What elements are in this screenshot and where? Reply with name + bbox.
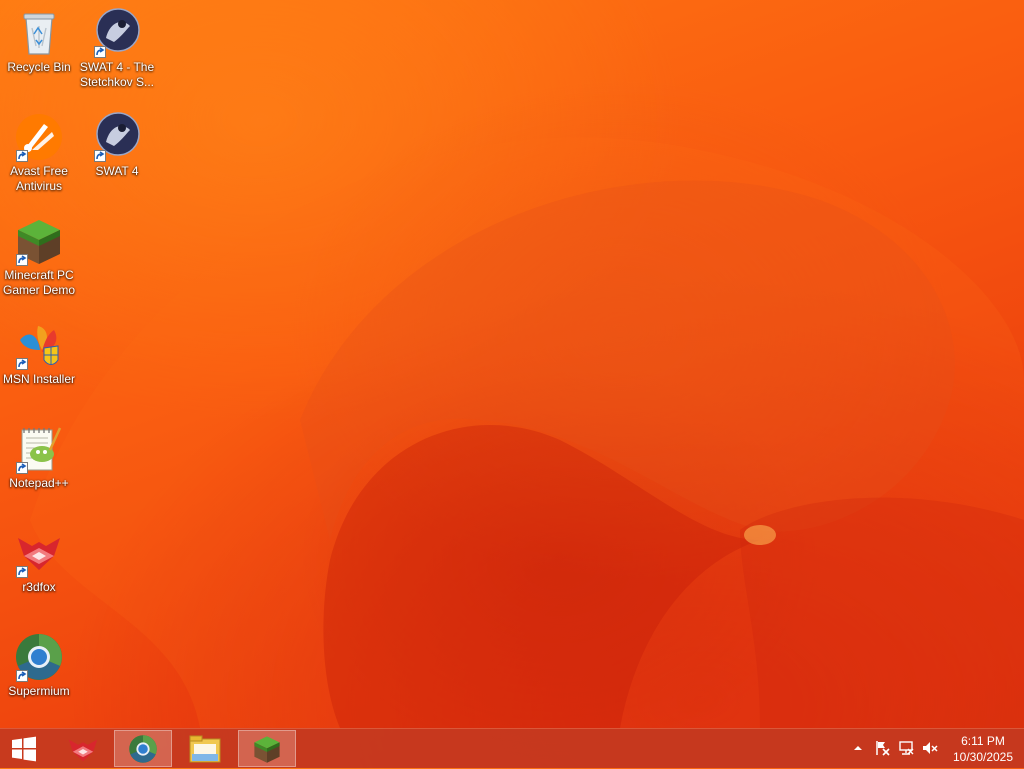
desktop-icon-label: r3dfox xyxy=(22,580,56,594)
taskbar-button-r3dfox[interactable] xyxy=(54,730,112,767)
desktop-icon-label: Notepad++ xyxy=(9,476,69,490)
desktop-icon-r3dfox[interactable]: r3dfox xyxy=(0,522,78,595)
desktop-icon-swat4[interactable]: SWAT 4 xyxy=(78,106,156,179)
recycle-bin-icon xyxy=(14,8,64,58)
file-explorer-icon xyxy=(189,735,221,762)
windows-logo-icon xyxy=(12,736,36,762)
action-center-flag-icon[interactable] xyxy=(873,739,891,757)
supermium-icon xyxy=(14,632,64,682)
volume-muted-icon[interactable] xyxy=(921,739,939,757)
shortcut-arrow-icon xyxy=(16,150,28,162)
desktop-icon-label: MSN Installer xyxy=(2,372,76,386)
system-tray: 6:11 PM 10/30/2025 xyxy=(845,729,1024,769)
desktop-icon-label: Recycle Bin xyxy=(7,60,71,74)
taskbar: 6:11 PM 10/30/2025 xyxy=(0,728,1024,768)
shortcut-arrow-icon xyxy=(16,254,28,266)
shortcut-arrow-icon xyxy=(16,670,28,682)
desktop-icon-label: Minecraft PC Gamer Demo xyxy=(2,268,76,297)
taskbar-button-supermium[interactable] xyxy=(114,730,172,767)
desktop-icon-swat4-stetchkov[interactable]: SWAT 4 - The Stetchkov S... xyxy=(78,2,156,90)
r3dfox-icon xyxy=(68,738,98,761)
desktop-icon-recycle-bin[interactable]: Recycle Bin xyxy=(0,2,78,75)
desktop: Recycle Bin SWAT 4 - The Stetchkov S... xyxy=(0,0,1024,728)
clock[interactable]: 6:11 PM 10/30/2025 xyxy=(942,733,1024,765)
shortcut-arrow-icon xyxy=(94,150,106,162)
desktop-icon-avast[interactable]: Avast Free Antivirus xyxy=(0,106,78,194)
clock-date: 10/30/2025 xyxy=(952,750,1014,764)
shortcut-arrow-icon xyxy=(16,358,28,370)
desktop-icon-msn-installer[interactable]: MSN Installer xyxy=(0,314,78,387)
minecraft-icon xyxy=(254,735,280,763)
msn-icon xyxy=(14,320,64,370)
desktop-icon-label: Supermium xyxy=(8,684,70,698)
desktop-icon-notepadpp[interactable]: Notepad++ xyxy=(0,418,78,491)
shortcut-arrow-icon xyxy=(94,46,106,58)
swat4-icon xyxy=(92,8,142,58)
shortcut-arrow-icon xyxy=(16,566,28,578)
taskbar-button-minecraft[interactable] xyxy=(238,730,296,767)
desktop-icon-minecraft[interactable]: Minecraft PC Gamer Demo xyxy=(0,210,78,298)
shortcut-arrow-icon xyxy=(16,462,28,474)
notepadpp-icon xyxy=(14,424,64,474)
taskbar-button-file-explorer[interactable] xyxy=(176,730,234,767)
desktop-icon-supermium[interactable]: Supermium xyxy=(0,626,78,699)
minecraft-icon xyxy=(14,216,64,266)
start-button[interactable] xyxy=(0,729,48,769)
avast-icon xyxy=(14,112,64,162)
desktop-icon-label: SWAT 4 xyxy=(95,164,139,178)
network-icon[interactable] xyxy=(897,739,915,757)
swat4-icon xyxy=(92,112,142,162)
show-hidden-icons-arrow[interactable] xyxy=(849,739,867,757)
r3dfox-icon xyxy=(14,528,64,578)
desktop-icon-label: SWAT 4 - The Stetchkov S... xyxy=(79,60,155,89)
clock-time: 6:11 PM xyxy=(961,734,1005,748)
desktop-icon-label: Avast Free Antivirus xyxy=(10,164,68,193)
supermium-icon xyxy=(129,734,157,763)
